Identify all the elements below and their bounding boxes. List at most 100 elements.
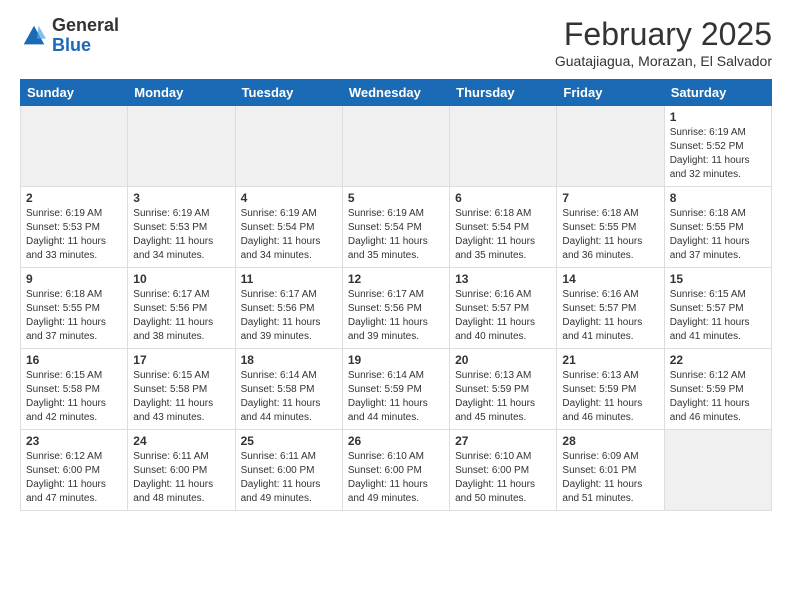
day-number: 12: [348, 272, 444, 286]
day-number: 7: [562, 191, 658, 205]
calendar-cell: 19 Sunrise: 6:14 AM Sunset: 5:59 PM Dayli…: [342, 349, 449, 430]
logo-blue: Blue: [52, 35, 91, 55]
calendar-cell: 1 Sunrise: 6:19 AM Sunset: 5:52 PM Daylig…: [664, 106, 771, 187]
calendar-cell: [235, 106, 342, 187]
calendar: SundayMondayTuesdayWednesdayThursdayFrid…: [20, 79, 772, 511]
day-number: 13: [455, 272, 551, 286]
day-number: 14: [562, 272, 658, 286]
calendar-cell: 24 Sunrise: 6:11 AM Sunset: 6:00 PM Dayli…: [128, 430, 235, 511]
logo-icon: [20, 22, 48, 50]
calendar-cell: 6Sunrise: 6:18 AM Sunset: 5:54 PM Daylig…: [450, 187, 557, 268]
calendar-cell: 21 Sunrise: 6:13 AM Sunset: 5:59 PM Dayli…: [557, 349, 664, 430]
day-info: Sunrise: 6:09 AM Sunset: 6:01 PM Dayligh…: [562, 450, 658, 506]
day-info: Sunrise: 6:19 AM Sunset: 5:52 PM Dayligh…: [670, 126, 766, 182]
week-row-2: 9Sunrise: 6:18 AM Sunset: 5:55 PM Daylig…: [21, 268, 772, 349]
logo-text: General Blue: [52, 16, 119, 56]
day-info: Sunrise: 6:14 AM Sunset: 5:58 PM Dayligh…: [241, 369, 337, 425]
day-number: 2: [26, 191, 122, 205]
day-info: Sunrise: 6:18 AM Sunset: 5:55 PM Dayligh…: [26, 288, 122, 344]
day-info: Sunrise: 6:19 AM Sunset: 5:53 PM Dayligh…: [133, 207, 229, 263]
calendar-cell: 28 Sunrise: 6:09 AM Sunset: 6:01 PM Dayli…: [557, 430, 664, 511]
day-info: Sunrise: 6:19 AM Sunset: 5:54 PM Dayligh…: [348, 207, 444, 263]
week-row-0: 1 Sunrise: 6:19 AM Sunset: 5:52 PM Daylig…: [21, 106, 772, 187]
day-info: Sunrise: 6:15 AM Sunset: 5:58 PM Dayligh…: [26, 369, 122, 425]
day-info: Sunrise: 6:18 AM Sunset: 5:55 PM Dayligh…: [670, 207, 766, 263]
day-number: 1: [670, 110, 766, 124]
day-info: Sunrise: 6:17 AM Sunset: 5:56 PM Dayligh…: [348, 288, 444, 344]
day-number: 20: [455, 353, 551, 367]
calendar-cell: 12 Sunrise: 6:17 AM Sunset: 5:56 PM Dayli…: [342, 268, 449, 349]
day-number: 3: [133, 191, 229, 205]
weekday-header-row: SundayMondayTuesdayWednesdayThursdayFrid…: [21, 80, 772, 106]
calendar-cell: 25 Sunrise: 6:11 AM Sunset: 6:00 PM Dayli…: [235, 430, 342, 511]
day-info: Sunrise: 6:13 AM Sunset: 5:59 PM Dayligh…: [455, 369, 551, 425]
day-number: 18: [241, 353, 337, 367]
day-number: 22: [670, 353, 766, 367]
calendar-cell: 16Sunrise: 6:15 AM Sunset: 5:58 PM Dayli…: [21, 349, 128, 430]
day-info: Sunrise: 6:10 AM Sunset: 6:00 PM Dayligh…: [455, 450, 551, 506]
weekday-header-wednesday: Wednesday: [342, 80, 449, 106]
calendar-cell: [21, 106, 128, 187]
calendar-cell: 3 Sunrise: 6:19 AM Sunset: 5:53 PM Daylig…: [128, 187, 235, 268]
calendar-cell: 9Sunrise: 6:18 AM Sunset: 5:55 PM Daylig…: [21, 268, 128, 349]
calendar-cell: 11Sunrise: 6:17 AM Sunset: 5:56 PM Dayli…: [235, 268, 342, 349]
day-info: Sunrise: 6:17 AM Sunset: 5:56 PM Dayligh…: [133, 288, 229, 344]
day-number: 4: [241, 191, 337, 205]
day-info: Sunrise: 6:19 AM Sunset: 5:54 PM Dayligh…: [241, 207, 337, 263]
weekday-header-tuesday: Tuesday: [235, 80, 342, 106]
calendar-cell: 23 Sunrise: 6:12 AM Sunset: 6:00 PM Dayli…: [21, 430, 128, 511]
header: General Blue February 2025 Guatajiagua, …: [20, 16, 772, 69]
calendar-cell: 22 Sunrise: 6:12 AM Sunset: 5:59 PM Dayli…: [664, 349, 771, 430]
calendar-cell: 15 Sunrise: 6:15 AM Sunset: 5:57 PM Dayli…: [664, 268, 771, 349]
calendar-cell: 13Sunrise: 6:16 AM Sunset: 5:57 PM Dayli…: [450, 268, 557, 349]
week-row-1: 2 Sunrise: 6:19 AM Sunset: 5:53 PM Daylig…: [21, 187, 772, 268]
title-block: February 2025 Guatajiagua, Morazan, El S…: [555, 16, 772, 69]
day-info: Sunrise: 6:16 AM Sunset: 5:57 PM Dayligh…: [562, 288, 658, 344]
week-row-4: 23 Sunrise: 6:12 AM Sunset: 6:00 PM Dayli…: [21, 430, 772, 511]
day-info: Sunrise: 6:10 AM Sunset: 6:00 PM Dayligh…: [348, 450, 444, 506]
day-info: Sunrise: 6:14 AM Sunset: 5:59 PM Dayligh…: [348, 369, 444, 425]
day-info: Sunrise: 6:15 AM Sunset: 5:58 PM Dayligh…: [133, 369, 229, 425]
page: General Blue February 2025 Guatajiagua, …: [0, 0, 792, 612]
weekday-header-friday: Friday: [557, 80, 664, 106]
day-number: 11: [241, 272, 337, 286]
day-number: 15: [670, 272, 766, 286]
day-number: 19: [348, 353, 444, 367]
calendar-cell: 27 Sunrise: 6:10 AM Sunset: 6:00 PM Dayli…: [450, 430, 557, 511]
calendar-cell: 7 Sunrise: 6:18 AM Sunset: 5:55 PM Daylig…: [557, 187, 664, 268]
calendar-cell: 18 Sunrise: 6:14 AM Sunset: 5:58 PM Dayli…: [235, 349, 342, 430]
day-number: 24: [133, 434, 229, 448]
calendar-cell: [664, 430, 771, 511]
day-number: 21: [562, 353, 658, 367]
calendar-cell: [557, 106, 664, 187]
day-info: Sunrise: 6:11 AM Sunset: 6:00 PM Dayligh…: [241, 450, 337, 506]
week-row-3: 16Sunrise: 6:15 AM Sunset: 5:58 PM Dayli…: [21, 349, 772, 430]
day-number: 28: [562, 434, 658, 448]
day-info: Sunrise: 6:18 AM Sunset: 5:55 PM Dayligh…: [562, 207, 658, 263]
day-number: 25: [241, 434, 337, 448]
day-number: 10: [133, 272, 229, 286]
day-info: Sunrise: 6:15 AM Sunset: 5:57 PM Dayligh…: [670, 288, 766, 344]
day-number: 6: [455, 191, 551, 205]
day-info: Sunrise: 6:19 AM Sunset: 5:53 PM Dayligh…: [26, 207, 122, 263]
weekday-header-sunday: Sunday: [21, 80, 128, 106]
day-number: 27: [455, 434, 551, 448]
day-number: 5: [348, 191, 444, 205]
calendar-cell: 10 Sunrise: 6:17 AM Sunset: 5:56 PM Dayli…: [128, 268, 235, 349]
day-info: Sunrise: 6:12 AM Sunset: 6:00 PM Dayligh…: [26, 450, 122, 506]
calendar-cell: 5 Sunrise: 6:19 AM Sunset: 5:54 PM Daylig…: [342, 187, 449, 268]
day-info: Sunrise: 6:13 AM Sunset: 5:59 PM Dayligh…: [562, 369, 658, 425]
month-title: February 2025: [555, 16, 772, 53]
calendar-cell: 8 Sunrise: 6:18 AM Sunset: 5:55 PM Daylig…: [664, 187, 771, 268]
day-number: 23: [26, 434, 122, 448]
calendar-cell: 26Sunrise: 6:10 AM Sunset: 6:00 PM Dayli…: [342, 430, 449, 511]
day-number: 8: [670, 191, 766, 205]
logo: General Blue: [20, 16, 119, 56]
calendar-cell: [128, 106, 235, 187]
weekday-header-monday: Monday: [128, 80, 235, 106]
location-subtitle: Guatajiagua, Morazan, El Salvador: [555, 53, 772, 69]
day-info: Sunrise: 6:11 AM Sunset: 6:00 PM Dayligh…: [133, 450, 229, 506]
day-info: Sunrise: 6:12 AM Sunset: 5:59 PM Dayligh…: [670, 369, 766, 425]
calendar-cell: 4 Sunrise: 6:19 AM Sunset: 5:54 PM Daylig…: [235, 187, 342, 268]
day-number: 17: [133, 353, 229, 367]
